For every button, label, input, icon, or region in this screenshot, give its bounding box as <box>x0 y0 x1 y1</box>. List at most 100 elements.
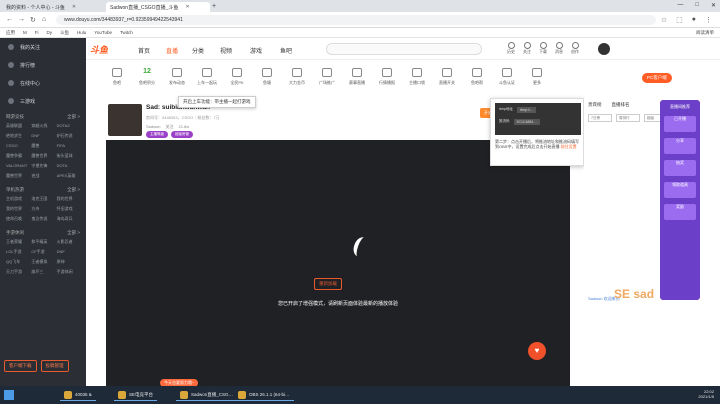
settings-link[interactable]: 前往设置 <box>561 144 577 149</box>
taskbar-app[interactable]: Sadwon直播_CSG… <box>176 389 238 401</box>
sidebar-grid-item[interactable]: VALORANT <box>6 163 29 169</box>
banner-item[interactable]: 分享 <box>664 138 696 154</box>
bookmark-item[interactable]: YouTube <box>94 30 112 35</box>
sidebar-grid-item[interactable]: 魔兽世界 <box>31 153 54 159</box>
sidebar-grid-item[interactable]: 使命召唤 <box>6 216 29 222</box>
feature-item[interactable]: 斗鱼认证 <box>492 68 522 98</box>
home-button[interactable]: ⌂ <box>42 16 46 23</box>
bookmark-item[interactable]: Twitch <box>120 30 133 35</box>
search-input[interactable] <box>326 43 482 55</box>
feature-item[interactable]: 上车一起玩 <box>192 68 222 98</box>
feature-item[interactable]: 主播口袋 <box>402 68 432 98</box>
sidebar-grid-item[interactable]: 海岛奇兵 <box>57 216 80 222</box>
tab-profile[interactable]: 我的资料 - 个人中心 - 斗鱼 ✕ <box>2 2 106 12</box>
nav-home[interactable]: 首页 <box>138 46 150 55</box>
maximize-button[interactable]: □ <box>695 2 699 9</box>
banner-item[interactable]: 抽奖 <box>664 160 696 176</box>
follow-icon[interactable]: 关注 <box>522 42 532 55</box>
sidebar-grid-item[interactable]: APEX英雄 <box>57 173 80 179</box>
close-window-button[interactable]: ✕ <box>711 2 716 9</box>
nav-yuba[interactable]: 鱼吧 <box>280 46 292 55</box>
sidebar-grid-item[interactable]: 火影忍者 <box>57 239 80 245</box>
system-clock[interactable]: 22:02 2021/1/5 <box>698 389 714 399</box>
sidebar-grid-item[interactable]: 主机游戏 <box>6 196 29 202</box>
video-player[interactable]: 重新加载 您已开启了增强模式，请刷新页面体验最新的播放体验 ♥ <box>106 140 570 386</box>
site-logo[interactable]: 斗鱼 <box>90 43 108 56</box>
menu-icon[interactable]: ⋮ <box>705 16 712 24</box>
tab-vip[interactable]: 贵宾榜 <box>588 102 602 108</box>
url-input[interactable]: www.douyu.com/34483937_r=0.9235994942254… <box>56 15 656 25</box>
stream-key-value[interactable]: 9C1C4884… <box>513 119 540 125</box>
create-icon[interactable]: 创作 <box>570 42 580 55</box>
promo-banner[interactable]: 直播间推荐 已开播 分享 抽奖 领取道具 奖励 <box>660 100 700 300</box>
sidebar-item-follow[interactable]: 我的关注 <box>0 38 86 56</box>
sidebar-grid-item[interactable]: CF手游 <box>31 249 54 255</box>
close-icon[interactable]: ✕ <box>72 4 76 10</box>
sidebar-grid-item[interactable]: 崩坏三 <box>31 269 54 275</box>
sidebar-item-center[interactable]: 在线中心 <box>0 74 86 92</box>
sidebar-grid-item[interactable]: 鬼泣传说 <box>31 216 54 222</box>
message-icon[interactable]: 消息 <box>554 42 564 55</box>
feature-item[interactable]: 鱼塘 <box>252 68 282 98</box>
feature-item[interactable]: 更多 <box>522 68 552 98</box>
avatar[interactable] <box>598 43 610 55</box>
feature-item[interactable]: 全民PK <box>222 68 252 98</box>
sidebar-grid-item[interactable]: 我的世界 <box>6 206 29 212</box>
bookmark-item[interactable]: 应用 <box>6 30 15 36</box>
banner-item[interactable]: 领取道具 <box>664 182 696 198</box>
submission-button[interactable]: 投稿管理 <box>40 360 69 372</box>
sidebar-grid-item[interactable]: 守望先锋 <box>31 163 54 169</box>
taskbar-app[interactable]: OBS 26.1.1 (64-bi… <box>234 389 294 401</box>
follow-link[interactable]: 关注 <box>165 124 173 130</box>
feature-item[interactable]: 赛事直播 <box>342 68 372 98</box>
section-more-link[interactable]: 全部 > <box>67 114 80 120</box>
room-tag[interactable]: 主播等级 <box>146 131 168 138</box>
rank-filter[interactable]: 7日榜 <box>588 114 612 122</box>
nav-live[interactable]: 直播 <box>166 46 178 55</box>
close-icon[interactable]: ✕ <box>185 4 189 10</box>
forward-button[interactable]: → <box>18 16 25 23</box>
sidebar-grid-item[interactable]: 方舟 <box>31 206 54 212</box>
rtmp-value[interactable]: rtmp://… <box>517 107 537 113</box>
bookmark-item[interactable]: Fi <box>35 30 39 35</box>
sidebar-grid-item[interactable]: FIFA <box>57 143 80 149</box>
sidebar-grid-item[interactable]: DNF <box>57 249 80 255</box>
reading-list[interactable]: 阅读清单 <box>696 30 714 36</box>
star-icon[interactable]: ☆ <box>661 16 667 24</box>
download-icon[interactable]: 下载 <box>538 42 548 55</box>
sidebar-grid-item[interactable]: 绝地求生 <box>6 133 29 139</box>
new-tab-button[interactable]: + <box>212 3 216 10</box>
sidebar-grid-item[interactable]: DOTA2 <box>57 123 80 129</box>
nav-video[interactable]: 视频 <box>220 46 232 55</box>
rank-filter[interactable]: 周排行 <box>616 114 640 122</box>
sidebar-grid-item[interactable]: CSGO <box>6 143 29 149</box>
nav-game[interactable]: 游戏 <box>250 46 262 55</box>
profile-icon[interactable]: ● <box>692 16 696 24</box>
sidebar-grid-item[interactable]: 手游休闲 <box>57 269 80 275</box>
sidebar-grid-item[interactable]: 王者荣耀 <box>6 239 29 245</box>
reload-button[interactable]: ↻ <box>30 16 36 24</box>
sidebar-grid-item[interactable]: DOTA <box>57 163 80 169</box>
pc-client-button[interactable]: PC客户端 <box>642 73 672 83</box>
bookmark-item[interactable]: M <box>23 30 27 35</box>
sidebar-grid-item[interactable]: 炉石传说 <box>57 133 80 139</box>
sidebar-grid-item[interactable]: DNF <box>31 133 54 139</box>
sidebar-grid-item[interactable]: 天刀手游 <box>6 269 29 275</box>
taskbar-app[interactable]: 40035 & <box>60 389 96 401</box>
sidebar-grid-item[interactable]: 魔兽 <box>31 143 54 149</box>
sidebar-grid-item[interactable]: 逆战 <box>31 173 54 179</box>
sidebar-grid-item[interactable]: 穿越火线 <box>31 123 54 129</box>
taskbar-app[interactable]: SE电竞平台 <box>114 389 158 401</box>
sidebar-grid-item[interactable]: 和平精英 <box>31 239 54 245</box>
bookmark-item[interactable]: 斗鱼 <box>60 30 69 36</box>
sidebar-grid-item[interactable]: 我的世界 <box>57 196 80 202</box>
banner-item[interactable]: 已开播 <box>664 116 696 132</box>
sidebar-grid-item[interactable]: 街头篮球 <box>57 153 80 159</box>
room-tag[interactable]: 超级房管 <box>171 131 193 138</box>
minimize-button[interactable]: — <box>677 2 683 9</box>
windows-start-icon[interactable] <box>4 390 14 400</box>
bookmark-item[interactable]: Hulu <box>77 30 86 35</box>
history-icon[interactable]: 历史 <box>506 42 516 55</box>
like-icon[interactable]: ♥ <box>528 342 546 360</box>
sidebar-grid-item[interactable]: 英雄联盟 <box>6 123 29 129</box>
